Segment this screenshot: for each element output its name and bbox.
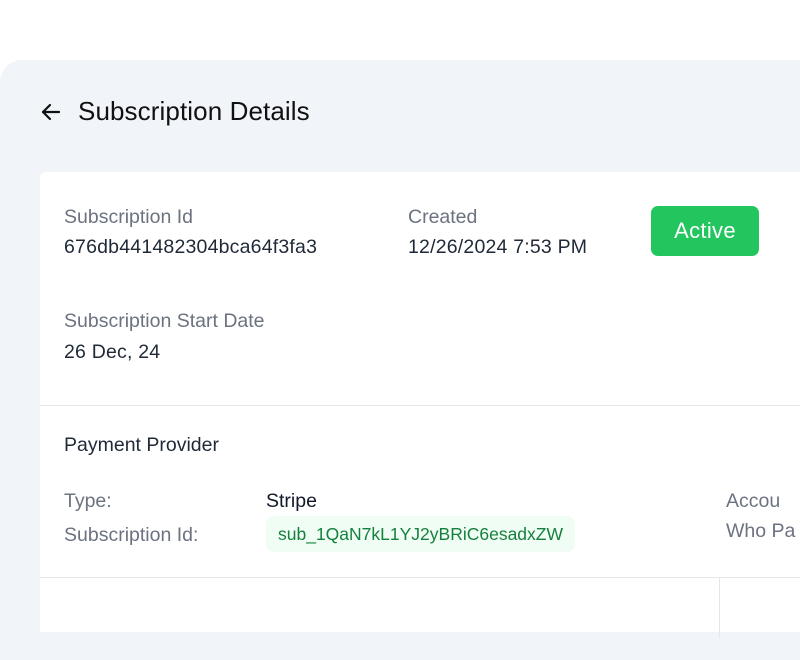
created-value: 12/26/2024 7:53 PM — [408, 236, 588, 258]
page-header: Subscription Details — [38, 96, 310, 127]
created-label: Created — [408, 206, 478, 228]
section-divider — [40, 405, 800, 406]
who-pays-label: Who Pa — [726, 520, 796, 542]
arrow-left-icon[interactable] — [38, 99, 64, 125]
provider-type-value: Stripe — [266, 490, 317, 512]
status-badge: Active — [651, 206, 759, 256]
column-divider — [719, 578, 720, 638]
subscription-card: Subscription Id 676db441482304bca64f3fa3… — [40, 172, 800, 638]
subscription-id-value: 676db441482304bca64f3fa3 — [64, 236, 318, 258]
start-date-label: Subscription Start Date — [64, 310, 265, 332]
provider-subscription-id-chip: sub_1QaN7kL1YJ2yBRiC6esadxZW — [266, 516, 575, 552]
subscription-id-label: Subscription Id — [64, 206, 193, 228]
payment-provider-title: Payment Provider — [64, 434, 219, 456]
bottom-divider — [40, 577, 800, 578]
provider-type-label: Type: — [64, 490, 112, 512]
page-title: Subscription Details — [78, 96, 310, 126]
account-label: Accou — [726, 490, 781, 512]
start-date-value: 26 Dec, 24 — [64, 341, 161, 363]
provider-subscription-id-label: Subscription Id: — [64, 524, 199, 546]
